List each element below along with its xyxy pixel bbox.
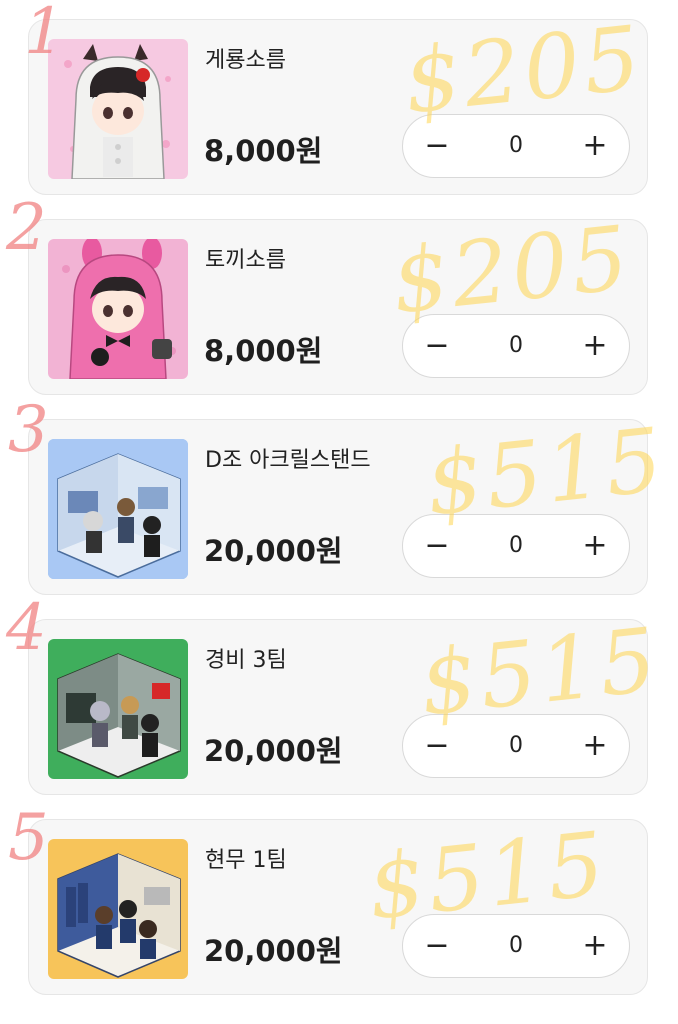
product-name: 현무 1팀 [205,848,287,873]
product-name: 경비 3팀 [205,648,287,673]
product-thumbnail [48,839,188,979]
security-team-diorama-image [48,639,188,779]
product-price: 20,000원 [204,534,343,568]
annotation-index-1: 1 [24,0,65,69]
annotation-index-4: 4 [6,591,47,665]
annotation-price-note: $205 [399,5,649,134]
product-name: D조 아크릴스탠드 [205,448,371,473]
product-price: 8,000원 [204,134,323,168]
character-bunny-image [48,239,188,379]
product-thumbnail [48,439,188,579]
product-list: 게룡소름 8,000원 − 0 + 토끼소름 8,000원 − 0 + D조 아… [0,0,678,1024]
annotation-index-3: 3 [8,393,49,467]
plus-icon[interactable]: + [565,515,625,576]
product-price: 8,000원 [204,334,323,368]
product-price: 20,000원 [204,734,343,768]
plus-icon[interactable]: + [565,115,625,176]
annotation-price-note: $515 [415,607,665,736]
product-thumbnail [48,639,188,779]
quantity-value: 0 [509,333,523,358]
product-thumbnail [48,39,188,179]
product-name: 게룡소름 [205,48,286,73]
hyeonmu-team-diorama-image [48,839,188,979]
plus-icon[interactable]: + [565,315,625,376]
character-hoodie-image [48,39,188,179]
annotation-price-note: $515 [421,407,671,536]
acrylic-stand-office-image [48,439,188,579]
product-name: 토끼소름 [205,248,286,273]
plus-icon[interactable]: + [565,715,625,776]
plus-icon[interactable]: + [565,915,625,976]
product-price: 20,000원 [204,934,343,968]
product-thumbnail [48,239,188,379]
annotation-index-5: 5 [8,801,49,875]
annotation-price-note: $515 [363,811,613,940]
annotation-index-2: 2 [6,191,47,265]
annotation-price-note: $205 [387,205,637,334]
